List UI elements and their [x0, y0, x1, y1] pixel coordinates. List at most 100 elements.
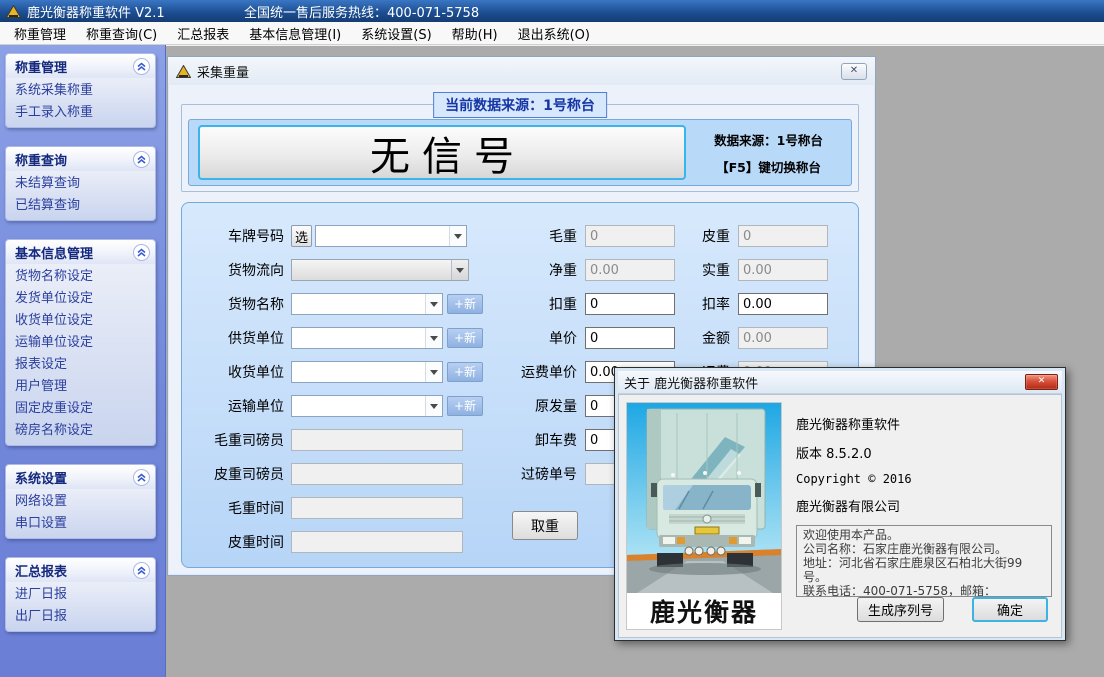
combo-arrow-icon[interactable] [425, 396, 442, 416]
receiver-combobox[interactable] [291, 361, 443, 383]
unit-price-label: 单价 [505, 328, 577, 348]
generate-serial-button[interactable]: 生成序列号 [857, 597, 944, 622]
net-weight-label: 净重 [505, 260, 577, 280]
goods-flow-combobox[interactable] [291, 259, 469, 281]
ok-button[interactable]: 确定 [972, 597, 1048, 622]
truck-illustration-icon [627, 403, 781, 593]
about-close-button[interactable]: ✕ [1025, 374, 1058, 390]
source-info: 数据来源：1号称台 【F5】键切换称台 [686, 120, 851, 185]
section-title: 称重管理 [15, 57, 67, 76]
gross-weight-label: 毛重 [505, 226, 577, 246]
menu-weigh-manage[interactable]: 称重管理 [4, 22, 76, 45]
supplier-label: 供货单位 [198, 328, 284, 348]
tare-time-field [291, 531, 463, 553]
sidebar-section-weigh-query: 称重查询 未结算查询 已结算查询 [5, 146, 156, 221]
gross-weight-field [585, 225, 675, 247]
sidebar-item-transport-unit[interactable]: 运输单位设定 [6, 332, 155, 354]
sidebar-section-system-settings: 系统设置 网络设置 串口设置 [5, 464, 156, 539]
capture-window-titlebar[interactable]: 采集重量 ✕ [168, 57, 875, 85]
source-info-line1: 数据来源：1号称台 [714, 130, 823, 149]
add-receiver-button[interactable]: +新 [447, 362, 483, 382]
menubar: 称重管理 称重查询(C) 汇总报表 基本信息管理(I) 系统设置(S) 帮助(H… [0, 22, 1104, 45]
chevron-up-icon[interactable] [133, 244, 150, 261]
chevron-up-icon[interactable] [133, 58, 150, 75]
combo-arrow-icon[interactable] [425, 294, 442, 314]
sidebar-item-outbound-daily[interactable]: 出厂日报 [6, 606, 155, 628]
hotline-text: 全国统一售后服务热线：400-071-5758 [244, 2, 479, 21]
sidebar-item-fixed-tare[interactable]: 固定皮重设定 [6, 398, 155, 420]
deduct-weight-field[interactable] [585, 293, 675, 315]
about-dialog-body: 鹿光衡器 鹿光衡器称重软件 版本 8.5.2.0 Copyright © 201… [618, 394, 1062, 638]
take-weight-button[interactable]: 取重 [512, 511, 578, 540]
sidebar-item-settled-query[interactable]: 已结算查询 [6, 195, 155, 217]
truck-image: 鹿光衡器 [626, 402, 782, 630]
plate-number-combobox[interactable] [315, 225, 467, 247]
sidebar-item-report-setting[interactable]: 报表设定 [6, 354, 155, 376]
combo-arrow-icon[interactable] [449, 226, 466, 246]
add-transporter-button[interactable]: +新 [447, 396, 483, 416]
combo-arrow-icon[interactable] [425, 362, 442, 382]
window-logo-icon [176, 65, 191, 78]
sidebar-item-goods-name[interactable]: 货物名称设定 [6, 266, 155, 288]
about-copyright: Copyright © 2016 [796, 472, 1052, 486]
chevron-up-icon[interactable] [133, 151, 150, 168]
sidebar-item-manual-weigh[interactable]: 手工录入称重 [6, 102, 155, 124]
menu-help[interactable]: 帮助(H) [442, 22, 508, 45]
section-header[interactable]: 基本信息管理 [6, 240, 155, 264]
data-source-group-label: 当前数据来源：1号称台 [433, 92, 607, 118]
section-header[interactable]: 称重管理 [6, 54, 155, 78]
combo-arrow-icon[interactable] [451, 260, 468, 280]
tare-weight-field [738, 225, 828, 247]
info-line-welcome: 欢迎使用本产品。 [803, 528, 1045, 542]
menu-system-settings[interactable]: 系统设置(S) [351, 22, 441, 45]
section-items: 系统采集称重 手工录入称重 [6, 78, 155, 127]
source-info-line2: 【F5】键切换称台 [716, 157, 821, 176]
sidebar-section-basic-info: 基本信息管理 货物名称设定 发货单位设定 收货单位设定 运输单位设定 报表设定 … [5, 239, 156, 446]
combo-arrow-icon[interactable] [425, 328, 442, 348]
deduct-rate-field[interactable] [738, 293, 828, 315]
section-title: 基本信息管理 [15, 243, 93, 262]
capture-close-button[interactable]: ✕ [841, 63, 867, 80]
about-dialog-titlebar[interactable]: 关于 鹿光衡器称重软件 ✕ [618, 371, 1062, 394]
sidebar-item-sender-unit[interactable]: 发货单位设定 [6, 288, 155, 310]
sidebar-item-scalehouse-name[interactable]: 磅房名称设定 [6, 420, 155, 442]
section-header[interactable]: 称重查询 [6, 147, 155, 171]
sidebar-item-inbound-daily[interactable]: 进厂日报 [6, 584, 155, 606]
about-info-box: 欢迎使用本产品。 公司名称：石家庄鹿光衡器有限公司。 地址：河北省石家庄鹿泉区石… [796, 525, 1052, 597]
menu-weigh-query[interactable]: 称重查询(C) [76, 22, 167, 45]
pick-plate-button[interactable]: 选 [291, 225, 312, 247]
section-header[interactable]: 汇总报表 [6, 558, 155, 582]
form-row: 货物流向 净重 实重 [198, 253, 858, 287]
menu-exit[interactable]: 退出系统(O) [508, 22, 600, 45]
unit-price-field[interactable] [585, 327, 675, 349]
form-row: 货物名称 +新 扣重 扣率 [198, 287, 858, 321]
menu-summary-report[interactable]: 汇总报表 [167, 22, 239, 45]
titlebar: 鹿光衡器称重软件 V2.1 全国统一售后服务热线：400-071-5758 [0, 0, 1104, 22]
tare-weight-label: 皮重 [675, 226, 730, 246]
sidebar-item-receiver-unit[interactable]: 收货单位设定 [6, 310, 155, 332]
transporter-combobox[interactable] [291, 395, 443, 417]
goods-name-combobox[interactable] [291, 293, 443, 315]
about-product-name: 鹿光衡器称重软件 [796, 414, 1052, 433]
add-goods-name-button[interactable]: +新 [447, 294, 483, 314]
sidebar-item-user-manage[interactable]: 用户管理 [6, 376, 155, 398]
sidebar-item-unsettled-query[interactable]: 未结算查询 [6, 173, 155, 195]
gross-operator-label: 毛重司磅员 [198, 430, 284, 450]
add-supplier-button[interactable]: +新 [447, 328, 483, 348]
sidebar-section-summary-report: 汇总报表 进厂日报 出厂日报 [5, 557, 156, 632]
about-dialog-title: 关于 鹿光衡器称重软件 [624, 373, 758, 392]
goods-name-label: 货物名称 [198, 294, 284, 314]
sidebar-item-network-setting[interactable]: 网络设置 [6, 491, 155, 513]
sidebar-item-serial-setting[interactable]: 串口设置 [6, 513, 155, 535]
about-version: 版本 8.5.2.0 [796, 443, 1052, 462]
section-header[interactable]: 系统设置 [6, 465, 155, 489]
chevron-up-icon[interactable] [133, 562, 150, 579]
sidebar-item-system-weigh[interactable]: 系统采集称重 [6, 80, 155, 102]
capture-window-title: 采集重量 [197, 62, 249, 81]
menu-basic-info[interactable]: 基本信息管理(I) [239, 22, 351, 45]
app-logo-icon [6, 5, 21, 18]
supplier-combobox[interactable] [291, 327, 443, 349]
chevron-up-icon[interactable] [133, 469, 150, 486]
sidebar-nav: 称重管理 系统采集称重 手工录入称重 称重查询 未结算查询 已结算查询 基本信息… [0, 45, 166, 677]
section-items: 货物名称设定 发货单位设定 收货单位设定 运输单位设定 报表设定 用户管理 固定… [6, 264, 155, 445]
